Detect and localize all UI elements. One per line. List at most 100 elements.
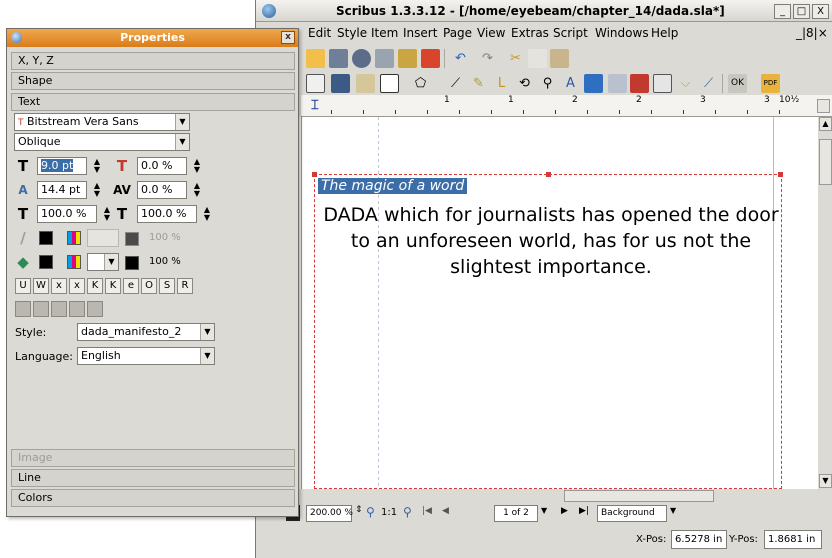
polygon-icon[interactable]: ⬠ <box>411 74 430 93</box>
copy-icon[interactable] <box>528 49 547 68</box>
image-frame-icon[interactable] <box>356 74 375 93</box>
zoom-spinner[interactable]: ⇕ <box>355 505 363 515</box>
align-block-button[interactable] <box>69 301 85 317</box>
tab-text[interactable]: Text <box>11 93 295 111</box>
tracking-spinner[interactable]: ▲ ▼ <box>190 182 204 198</box>
paste-icon[interactable] <box>550 49 569 68</box>
eyedropper-icon[interactable]: ⟋ <box>699 74 718 93</box>
menu-edit[interactable]: Edit <box>308 26 331 40</box>
vertical-scroll-thumb[interactable] <box>819 139 832 185</box>
zoom-in-icon[interactable]: ⚲ <box>403 505 412 519</box>
selected-text[interactable]: The magic of a word <box>318 178 468 194</box>
line-spacing-spinner[interactable]: ▲ ▼ <box>90 182 104 198</box>
align-center-button[interactable] <box>33 301 49 317</box>
baseline-offset-field[interactable]: 0.0 % ▲ ▼ <box>137 157 200 175</box>
maximize-button[interactable]: □ <box>793 4 810 19</box>
undo-icon[interactable]: ↶ <box>451 49 470 68</box>
properties-close-button[interactable]: x <box>281 31 295 44</box>
scroll-down-arrow[interactable]: ▼ <box>819 474 832 488</box>
menu-insert[interactable]: Insert <box>403 26 437 40</box>
reverse-writing-button[interactable]: R <box>177 278 193 294</box>
line-icon[interactable]: ⟋ <box>446 74 465 93</box>
tab-shape[interactable]: Shape <box>11 72 295 90</box>
minimize-button[interactable]: _ <box>774 4 791 19</box>
ruler-corner-button[interactable] <box>817 99 830 113</box>
pdf-field-icon[interactable]: PDF <box>761 74 780 93</box>
last-page-button[interactable]: ▶| <box>579 506 589 516</box>
stroke-color-select[interactable] <box>87 229 119 247</box>
redo-icon[interactable]: ↷ <box>478 49 497 68</box>
font-family-select[interactable]: T Bitstream Vera Sans ▼ <box>14 113 190 131</box>
scroll-up-arrow[interactable]: ▲ <box>819 117 832 131</box>
unlink-frames-icon[interactable] <box>630 74 649 93</box>
horizontal-scrollbar[interactable] <box>302 489 818 503</box>
fill-color-select[interactable]: ▼ <box>87 253 119 271</box>
menu-windows[interactable]: Windows <box>595 26 649 40</box>
char-height-spinner[interactable]: ▲ ▼ <box>200 206 214 222</box>
tab-colors[interactable]: Colors <box>11 489 295 507</box>
horizontal-scroll-thumb[interactable] <box>564 490 714 502</box>
ruler-indent-marker[interactable]: ⌶ <box>311 98 319 113</box>
stroke-cmyk-icon[interactable] <box>67 231 81 245</box>
align-right-button[interactable] <box>51 301 67 317</box>
menu-page[interactable]: Page <box>443 26 472 40</box>
menu-item[interactable]: Item <box>371 26 398 40</box>
zoom-field[interactable]: 200.00 % <box>306 505 353 522</box>
underline-words-button[interactable]: W <box>33 278 49 294</box>
tab-line[interactable]: Line <box>11 469 295 487</box>
edit-text-icon[interactable]: A <box>561 74 580 93</box>
baseline-offset-spinner[interactable]: ▲ ▼ <box>190 158 204 174</box>
tab-xyz[interactable]: X, Y, Z <box>11 52 295 70</box>
pdf-tools-icon[interactable]: OK <box>728 74 747 93</box>
fill-color-swatch[interactable] <box>39 255 53 269</box>
menu-view[interactable]: View <box>477 26 505 40</box>
underline-button[interactable]: U <box>15 278 31 294</box>
align-forced-button[interactable] <box>87 301 103 317</box>
story-editor-icon[interactable] <box>584 74 603 93</box>
align-left-button[interactable] <box>15 301 31 317</box>
line-spacing-field[interactable]: 14.4 pt ▲ ▼ <box>37 181 100 199</box>
shadow-button[interactable]: S <box>159 278 175 294</box>
bezier-icon[interactable]: ✎ <box>469 74 488 93</box>
superscript-button[interactable]: x <box>69 278 85 294</box>
horizontal-ruler[interactable]: ⌶ 1 1 2 2 3 3 10½ <box>301 95 832 117</box>
measure-icon[interactable]: ⌵ <box>676 74 695 93</box>
tracking-field[interactable]: 0.0 % ▲ ▼ <box>137 181 200 199</box>
page-dropdown-arrow[interactable]: ▼ <box>541 506 547 515</box>
page-selector[interactable]: 1 of 2 <box>494 505 538 522</box>
freehand-icon[interactable]: L <box>492 74 511 93</box>
paragraph-style-select[interactable]: dada_manifesto_2 ▼ <box>77 323 215 341</box>
close-button[interactable]: X <box>812 4 829 19</box>
zoom-ratio-button[interactable]: 1:1 <box>381 507 397 518</box>
next-page-button[interactable]: ▶ <box>561 506 568 516</box>
small-caps-button[interactable]: K <box>105 278 121 294</box>
all-caps-button[interactable]: K <box>87 278 103 294</box>
font-size-spinner[interactable]: ▲ ▼ <box>90 158 104 174</box>
language-select[interactable]: English ▼ <box>77 347 215 365</box>
vertical-scrollbar[interactable]: ▲ ▼ <box>818 117 832 489</box>
first-page-button[interactable]: |◀ <box>422 506 432 516</box>
rotate-icon[interactable]: ⟲ <box>515 74 534 93</box>
outline-button[interactable]: O <box>141 278 157 294</box>
font-style-select[interactable]: Oblique ▼ <box>14 133 190 151</box>
menu-style[interactable]: Style <box>337 26 367 40</box>
close-doc-icon[interactable] <box>352 49 371 68</box>
frame-handle[interactable] <box>546 172 551 177</box>
menu-extras[interactable]: Extras <box>511 26 549 40</box>
select-tool-icon[interactable] <box>306 74 325 93</box>
cut-icon[interactable]: ✂ <box>506 49 525 68</box>
zoom-out-icon[interactable]: ⚲ <box>366 505 375 519</box>
prev-page-button[interactable]: ◀ <box>442 506 449 516</box>
preflight-icon[interactable] <box>398 49 417 68</box>
table-icon[interactable] <box>653 74 672 93</box>
layer-dropdown-arrow[interactable]: ▼ <box>670 506 676 515</box>
properties-title-bar[interactable]: Properties x <box>7 29 298 47</box>
font-size-field[interactable]: 9.0 pt ▲ ▼ <box>37 157 100 175</box>
open-folder-icon[interactable] <box>306 49 325 68</box>
body-text[interactable]: DADA which for journalists has opened th… <box>318 202 784 280</box>
char-width-field[interactable]: 100.0 % ▲ ▼ <box>37 205 110 223</box>
zoom-icon[interactable]: ⚲ <box>538 74 557 93</box>
menu-script[interactable]: Script <box>553 26 588 40</box>
fill-cmyk-icon[interactable] <box>67 255 81 269</box>
strikethrough-button[interactable]: e <box>123 278 139 294</box>
